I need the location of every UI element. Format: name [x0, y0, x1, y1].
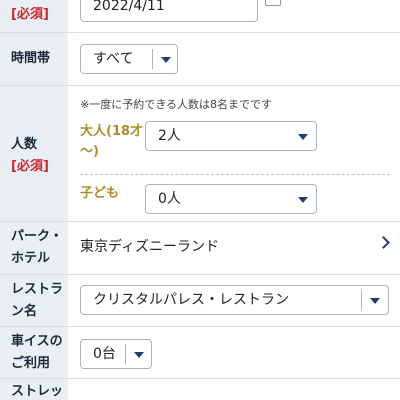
restaurant-label-col: レストラ ン名	[0, 275, 68, 326]
calendar-icon[interactable]	[265, 0, 281, 6]
people-row: 人数 [必須] ※一度に予約できる人数は8名までです 大人(18才 〜) 2人 …	[0, 86, 400, 222]
date-value: 2022/4/11	[93, 0, 165, 14]
adult-select-arrow	[290, 126, 316, 146]
restaurant-label: レストラ	[11, 282, 64, 297]
wheelchair-select-value: 0台	[93, 346, 116, 362]
restaurant-select[interactable]: クリスタルパレス・レストラン	[80, 285, 389, 315]
stroller-row: ストレッ	[0, 379, 400, 400]
people-required-mark: [必須]	[11, 159, 49, 174]
time-select-arrow	[152, 49, 178, 69]
restaurant-select-value: クリスタルパレス・レストラン	[93, 292, 289, 308]
park-value: 東京ディズニーランド	[80, 239, 220, 255]
date-label-col: [必須]	[0, 0, 68, 32]
restaurant-label-cont: ン名	[11, 304, 38, 319]
park-row[interactable]: パーク・ ホテル 東京ディズニーランド	[0, 222, 400, 275]
people-note: ※一度に予約できる人数は8名までです	[80, 98, 272, 111]
chevron-down-icon	[161, 57, 171, 63]
date-required-mark: [必須]	[11, 7, 49, 22]
wheelchair-label: 車イスの	[11, 334, 63, 349]
wheelchair-label-col: 車イスの ご利用	[0, 327, 68, 378]
date-input[interactable]: 2022/4/11	[80, 0, 258, 22]
time-select-value: すべて	[93, 51, 134, 67]
wheelchair-select[interactable]: 0台	[80, 339, 152, 369]
park-label-col: パーク・ ホテル	[0, 222, 68, 274]
time-label: 時間帯	[11, 51, 51, 66]
time-label-col: 時間帯	[0, 33, 68, 85]
adult-label-cont: 〜)	[80, 144, 99, 159]
restaurant-select-arrow	[361, 290, 387, 310]
date-row: [必須] 2022/4/11	[0, 0, 400, 33]
wheelchair-row: 車イスの ご利用 0台	[0, 327, 400, 379]
chevron-right-icon[interactable]	[377, 236, 390, 249]
people-divider	[80, 174, 390, 175]
chevron-down-icon	[134, 352, 144, 358]
adult-label: 大人(18才	[80, 124, 144, 139]
chevron-down-icon	[370, 298, 380, 304]
park-label-cont: ホテル	[11, 251, 51, 266]
restaurant-row: レストラ ン名 クリスタルパレス・レストラン	[0, 275, 400, 327]
child-label: 子ども	[80, 186, 120, 201]
child-select-arrow	[290, 189, 316, 209]
chevron-down-icon	[298, 197, 308, 203]
people-label: 人数	[11, 137, 38, 152]
park-label: パーク・	[11, 229, 63, 244]
time-select[interactable]: すべて	[80, 44, 178, 74]
time-row: 時間帯 すべて	[0, 33, 400, 86]
child-select[interactable]: 0人	[145, 184, 317, 214]
child-select-value: 0人	[158, 191, 181, 207]
wheelchair-label-cont: ご利用	[11, 356, 51, 371]
adult-select-value: 2人	[158, 128, 181, 144]
wheelchair-select-arrow	[125, 344, 151, 364]
adult-select[interactable]: 2人	[145, 121, 317, 151]
stroller-label-col: ストレッ	[0, 379, 68, 400]
chevron-down-icon	[298, 134, 308, 140]
stroller-label: ストレッ	[11, 384, 64, 399]
people-label-col: 人数 [必須]	[0, 86, 68, 221]
